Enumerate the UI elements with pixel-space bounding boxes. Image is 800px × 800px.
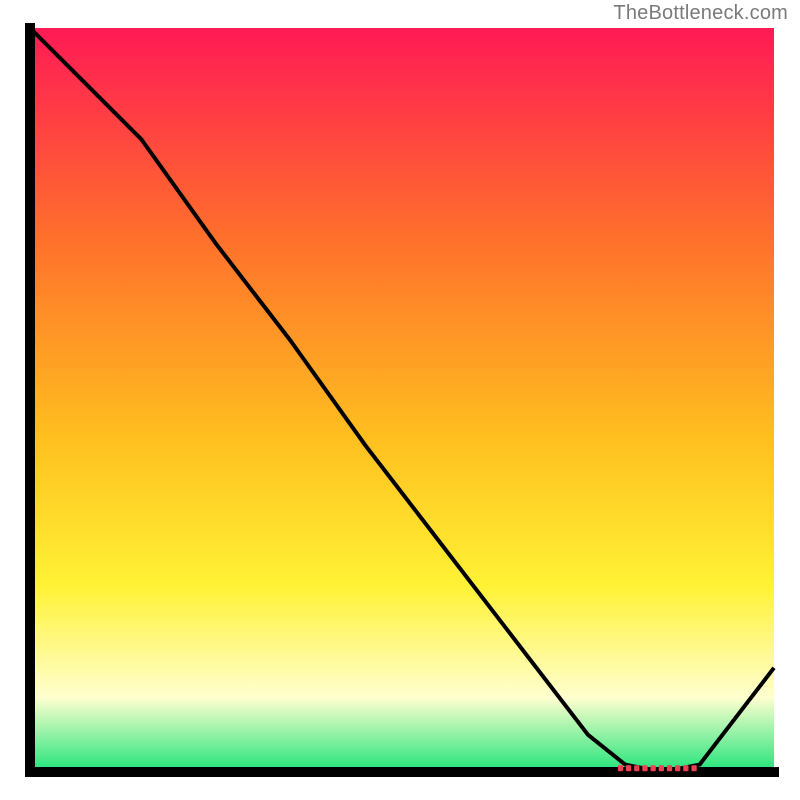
chart-svg <box>0 0 800 800</box>
chart-container: TheBottleneck.com <box>0 0 800 800</box>
